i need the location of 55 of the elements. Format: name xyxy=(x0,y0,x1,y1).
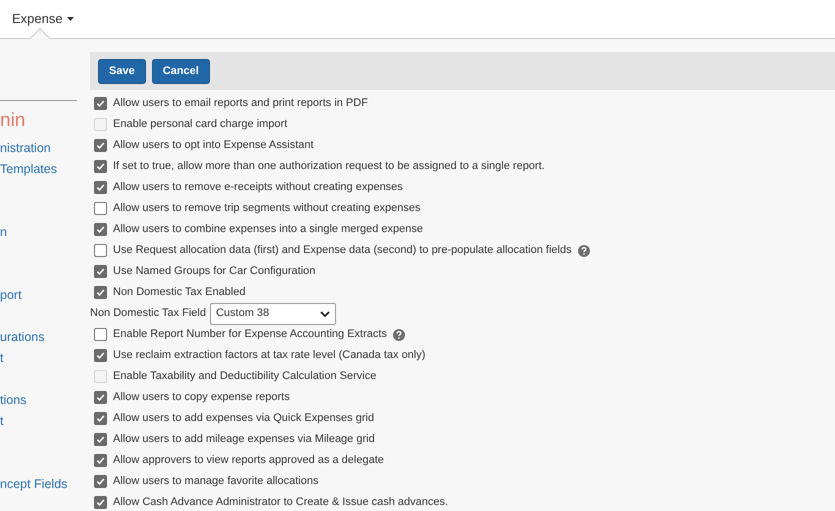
checkbox[interactable] xyxy=(94,496,107,509)
checkbox[interactable] xyxy=(94,454,107,467)
tax-field-select[interactable]: Custom 38 xyxy=(210,302,336,324)
setting-label: Allow users to add expenses via Quick Expenses grid xyxy=(113,411,374,426)
field-label: Non Domestic Tax Field xyxy=(90,306,206,322)
sidebar-heading: nin xyxy=(0,111,26,130)
sidebar-link[interactable]: urations xyxy=(0,331,44,344)
help-icon[interactable] xyxy=(392,328,405,340)
help-icon[interactable] xyxy=(578,244,590,256)
setting-label: Allow users to copy expense reports xyxy=(113,390,290,406)
caret-icon xyxy=(66,17,74,21)
sidebar-link[interactable]: t xyxy=(0,352,4,364)
setting-label: Allow users to remove trip segments without creating expenses xyxy=(113,201,421,216)
checkbox[interactable] xyxy=(94,265,107,278)
checkbox[interactable] xyxy=(94,223,107,236)
sidebar-link[interactable]: t xyxy=(0,415,4,428)
checkbox[interactable] xyxy=(94,139,107,152)
checkbox[interactable] xyxy=(94,349,107,362)
setting-label: Allow users to email reports and print reports in PDF xyxy=(113,96,368,112)
chevron-icon xyxy=(320,310,330,316)
setting-label: Non Domestic Tax Enabled xyxy=(113,285,246,300)
setting-label: Allow users to add mileage expenses via Mileage grid xyxy=(113,432,375,448)
setting-label: Allow users to remove e-receipts without creating expenses xyxy=(113,180,403,196)
checkbox[interactable] xyxy=(94,412,107,425)
sidebar-link[interactable]: nistration xyxy=(0,142,51,154)
save-button[interactable]: Save xyxy=(98,58,146,84)
checkbox[interactable] xyxy=(94,328,107,341)
setting-label: Allow users to opt into Expense Assistant xyxy=(113,138,314,154)
checkbox[interactable] xyxy=(94,160,107,173)
setting-label: Allow users to manage favorite allocations xyxy=(113,474,318,490)
setting-label: Use reclaim extraction factors at tax rate level (Canada tax only) xyxy=(113,348,426,364)
setting-label: Enable Taxability and Deductibility Calculation Service xyxy=(113,369,376,384)
setting-label: Use Request allocation data (first) and Expense data (second) to pre-populate allocation fields xyxy=(113,243,572,258)
sidebar-link[interactable]: n xyxy=(0,226,7,238)
setting-label: Allow Cash Advance Administrator to Create & Issue cash advances. xyxy=(113,495,448,510)
expense-menu[interactable]: Expense xyxy=(12,9,74,29)
checkbox[interactable] xyxy=(94,97,107,110)
setting-label: Allow users to combine expenses into a single merged expense xyxy=(113,222,424,238)
checkbox[interactable] xyxy=(94,286,107,299)
setting-label: If set to true, allow more than one authorization request to be assigned to a single report. xyxy=(113,159,545,174)
checkbox[interactable] xyxy=(94,433,107,446)
sidebar-link[interactable]: tions xyxy=(0,394,26,406)
checkbox[interactable] xyxy=(94,181,107,194)
checkbox[interactable] xyxy=(94,391,107,404)
setting-label: Enable personal card charge import xyxy=(113,117,288,132)
setting-label: Use Named Groups for Car Configuration xyxy=(113,264,316,280)
sidebar-link[interactable]: port xyxy=(0,289,22,302)
setting-label: Enable Report Number for Expense Accounting Extracts xyxy=(113,327,387,342)
sidebar-link[interactable]: Templates xyxy=(0,163,57,176)
checkbox[interactable] xyxy=(94,244,107,257)
cancel-button[interactable]: Cancel xyxy=(152,58,210,84)
setting-label: Allow approvers to view reports approved as a delegate xyxy=(113,453,384,468)
checkbox[interactable] xyxy=(94,475,107,488)
checkbox[interactable] xyxy=(94,202,107,215)
sidebar-link[interactable]: ncept Fields xyxy=(0,478,68,490)
